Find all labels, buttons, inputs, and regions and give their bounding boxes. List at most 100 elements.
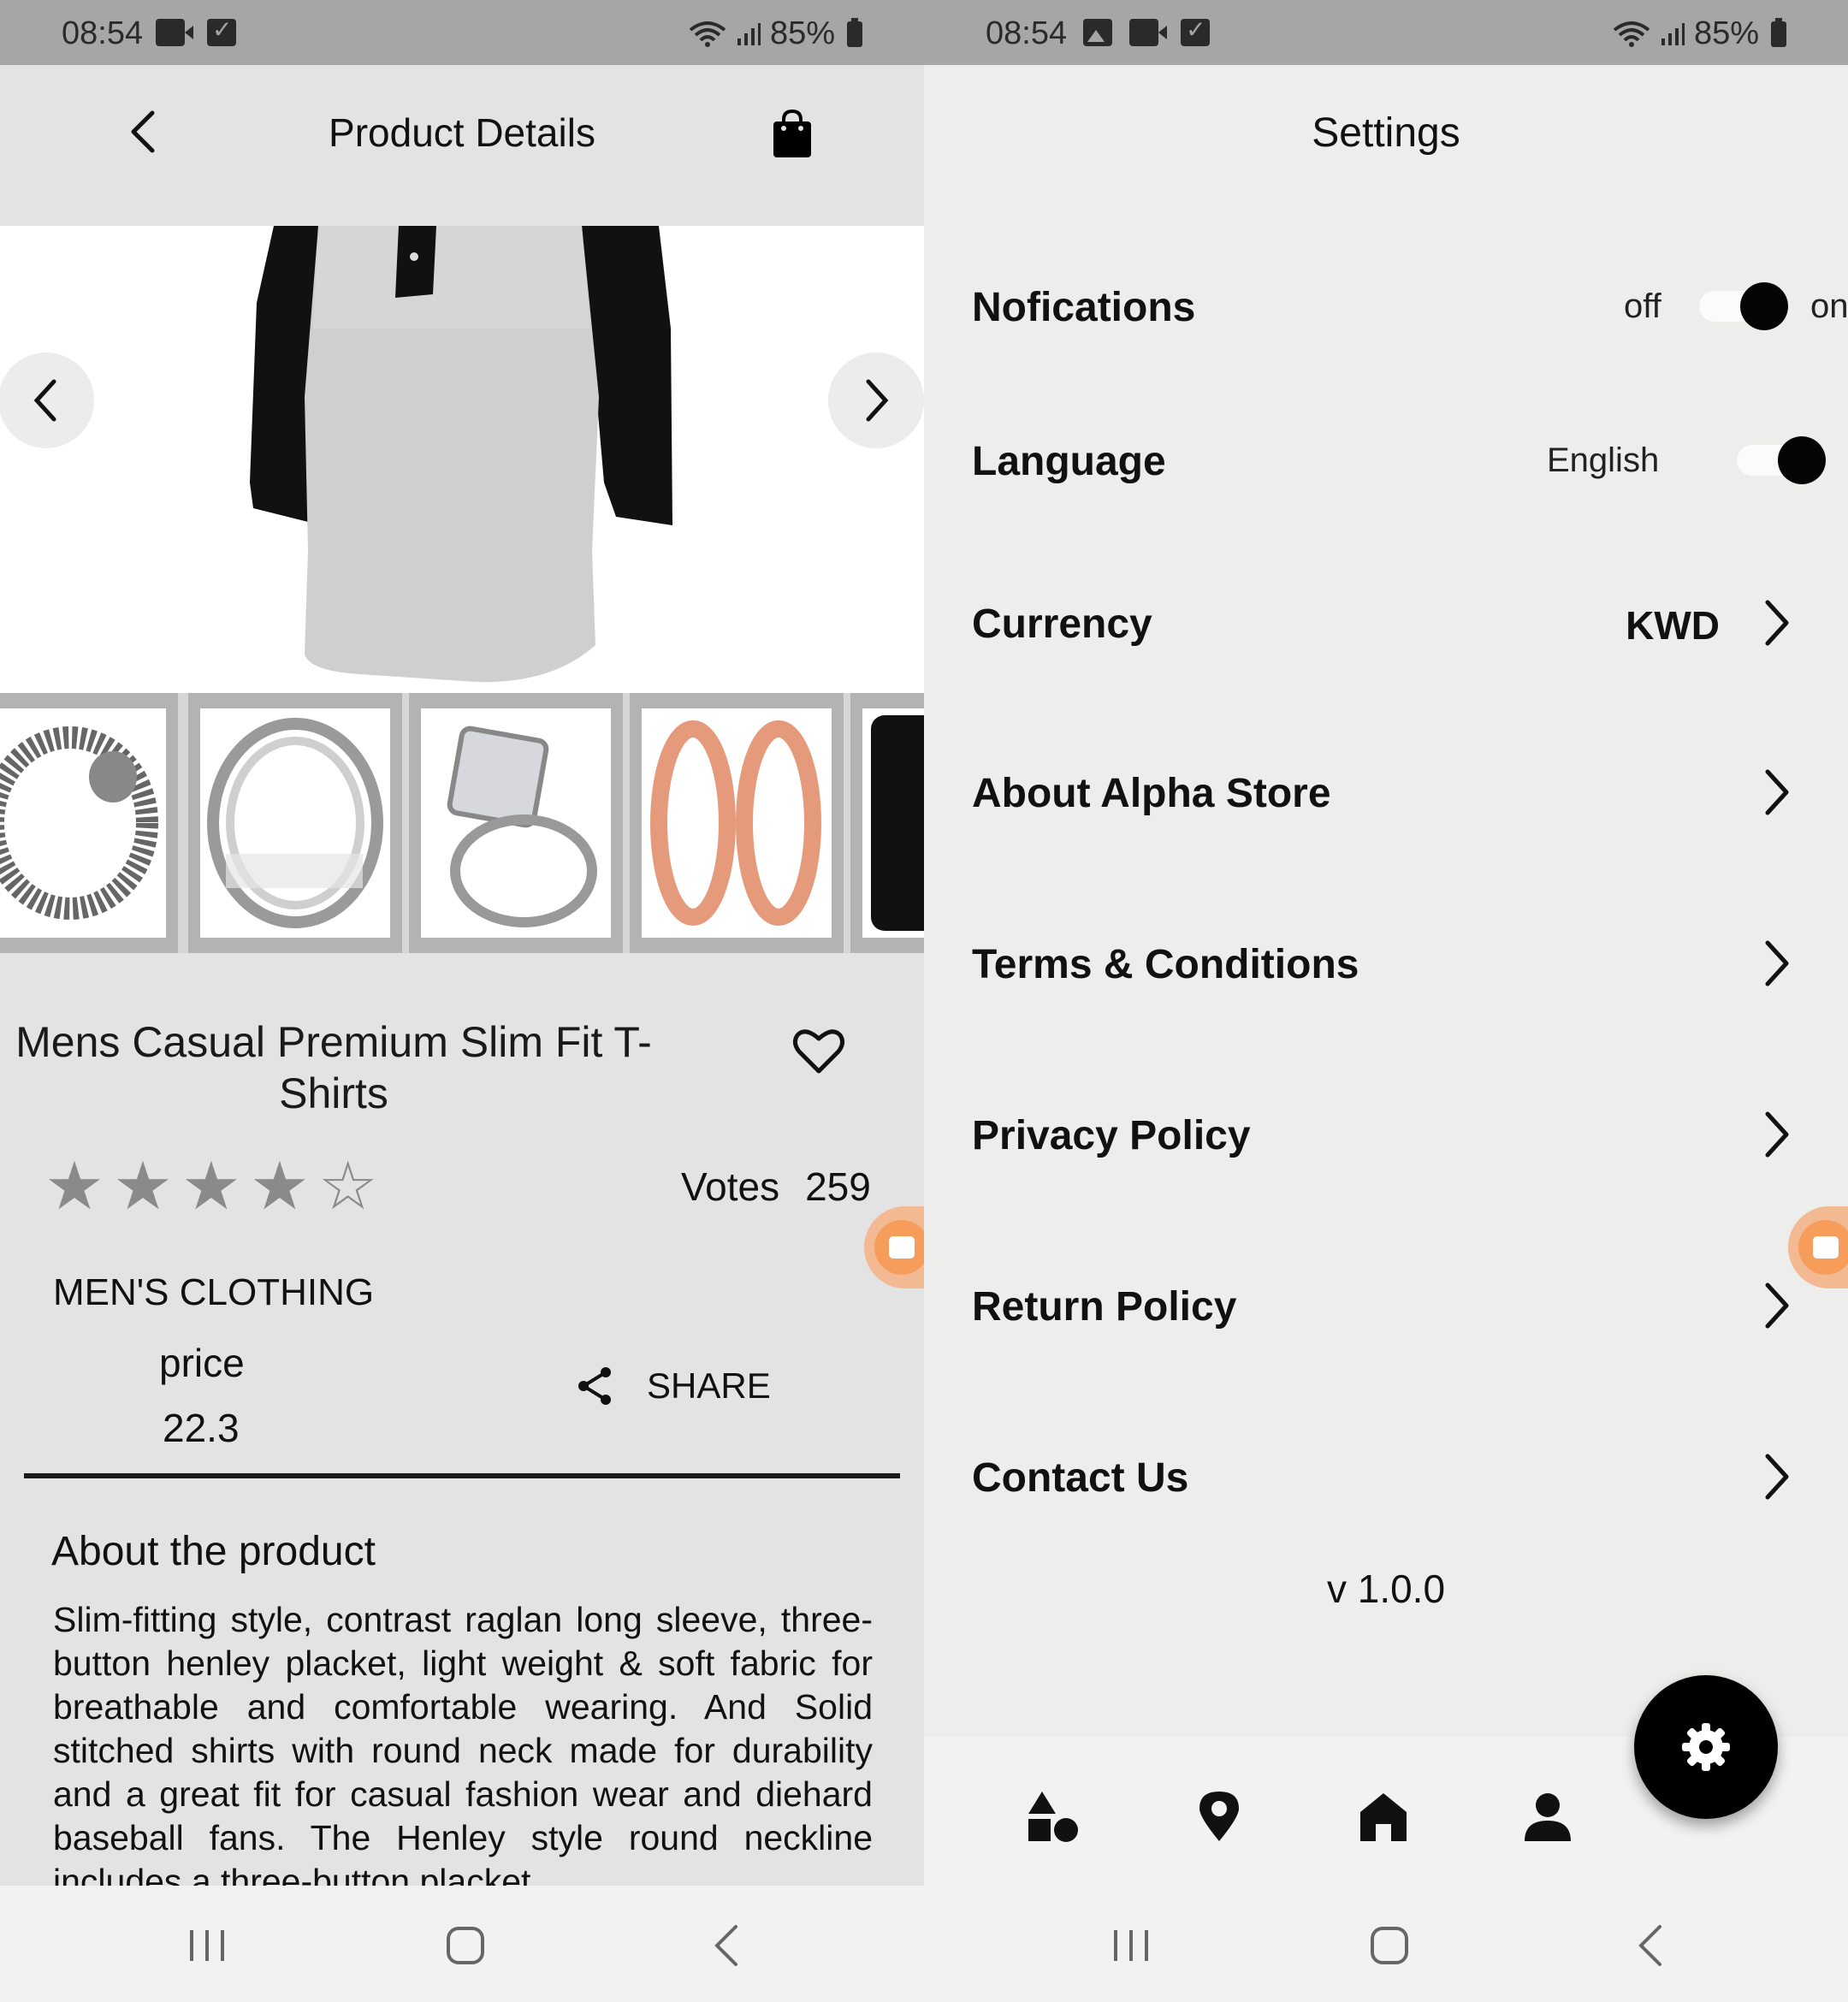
language-label: Language bbox=[972, 439, 1166, 484]
language-row: Language English bbox=[972, 426, 1826, 495]
rating-stars: ★ ★ ★ ★ ☆ bbox=[44, 1150, 378, 1222]
price-label: price bbox=[159, 1341, 245, 1385]
profile-icon bbox=[1525, 1793, 1571, 1841]
chevron-right-icon bbox=[1765, 940, 1789, 986]
home-circle-icon bbox=[447, 1927, 484, 1964]
menu-item-contact[interactable]: Contact Us bbox=[972, 1442, 1802, 1511]
recents-icon bbox=[190, 1930, 224, 1961]
recents-button[interactable] bbox=[1105, 1920, 1157, 1971]
share-button[interactable]: SHARE bbox=[575, 1365, 771, 1407]
hard-drive-image bbox=[871, 715, 924, 931]
wifi-icon bbox=[1612, 20, 1651, 49]
earrings-image bbox=[650, 720, 821, 926]
about-text: Slim-fitting style, contrast raglan long… bbox=[53, 1600, 873, 1887]
battery-percent: 85% bbox=[1693, 15, 1759, 51]
system-back-button[interactable] bbox=[702, 1920, 753, 1971]
back-icon bbox=[1638, 1925, 1661, 1966]
tab-home[interactable] bbox=[1355, 1788, 1412, 1845]
votes: Votes 259 bbox=[681, 1164, 871, 1210]
star-filled-icon: ★ bbox=[249, 1148, 310, 1223]
divider bbox=[24, 1473, 900, 1478]
status-time: 08:54 bbox=[986, 15, 1068, 51]
status-bar: 08:54 85% bbox=[0, 0, 924, 65]
chevron-right-icon bbox=[866, 379, 889, 422]
location-icon bbox=[1199, 1792, 1239, 1841]
home-button[interactable] bbox=[1364, 1920, 1415, 1971]
thumbnail-hard-drive[interactable] bbox=[850, 693, 924, 953]
home-icon bbox=[1360, 1793, 1407, 1841]
currency-value: KWD bbox=[1626, 603, 1720, 648]
notifications-on-label: on bbox=[1810, 287, 1848, 325]
tab-location[interactable] bbox=[1191, 1788, 1247, 1845]
system-nav-bar bbox=[924, 1886, 1848, 2002]
menu-item-return[interactable]: Return Policy bbox=[972, 1271, 1802, 1340]
product-details-screen: 08:54 85% Product Details bbox=[0, 0, 924, 2002]
chevron-right-icon bbox=[1765, 1111, 1789, 1158]
language-toggle[interactable] bbox=[1737, 436, 1826, 484]
status-time: 08:54 bbox=[62, 15, 144, 51]
product-category: MEN'S CLOTHING bbox=[53, 1271, 375, 1313]
about-title: About the product bbox=[51, 1529, 376, 1574]
notifications-toggle[interactable] bbox=[1699, 282, 1788, 330]
signal-icon bbox=[736, 21, 761, 47]
wifi-icon bbox=[688, 20, 727, 49]
shopping-bag-icon bbox=[773, 109, 811, 157]
price-value: 22.3 bbox=[163, 1406, 240, 1450]
menu-item-label: Terms & Conditions bbox=[972, 942, 1359, 987]
tab-settings-fab[interactable] bbox=[1634, 1675, 1778, 1819]
notifications-off-label: off bbox=[1624, 287, 1661, 325]
thumbnail-silver-ring[interactable] bbox=[188, 693, 402, 953]
system-nav-bar bbox=[0, 1886, 924, 2002]
share-label: SHARE bbox=[647, 1365, 771, 1406]
thumbnail-bracelet[interactable] bbox=[0, 693, 178, 953]
share-icon bbox=[578, 1367, 611, 1405]
star-empty-icon: ☆ bbox=[317, 1148, 378, 1223]
star-filled-icon: ★ bbox=[181, 1148, 241, 1223]
back-icon bbox=[714, 1925, 737, 1966]
currency-label: Currency bbox=[972, 601, 1152, 647]
favorite-button[interactable] bbox=[792, 1025, 845, 1078]
thumbnail-diamond-ring[interactable] bbox=[409, 693, 623, 953]
system-back-button[interactable] bbox=[1626, 1920, 1677, 1971]
battery-percent: 85% bbox=[769, 15, 835, 51]
checkbox-notification-icon bbox=[1181, 15, 1210, 46]
settings-screen: 08:54 85% Settings Nofications off on La… bbox=[924, 0, 1848, 2002]
carousel-next-button[interactable] bbox=[828, 352, 924, 448]
menu-item-privacy[interactable]: Privacy Policy bbox=[972, 1100, 1802, 1169]
chevron-right-icon bbox=[1765, 600, 1789, 646]
carousel-prev-button[interactable] bbox=[0, 352, 94, 448]
product-title: Mens Casual Premium Slim Fit T-Shirts bbox=[15, 1018, 652, 1117]
currency-row[interactable]: Currency KWD bbox=[972, 589, 1802, 657]
star-filled-icon: ★ bbox=[112, 1148, 173, 1223]
battery-icon bbox=[1771, 17, 1786, 47]
thumbnail-strip[interactable] bbox=[0, 693, 924, 953]
votes-count: 259 bbox=[805, 1164, 871, 1209]
video-record-icon bbox=[156, 19, 193, 46]
record-icon bbox=[874, 1220, 924, 1275]
signal-icon bbox=[1660, 21, 1685, 47]
menu-item-about[interactable]: About Alpha Store bbox=[972, 758, 1802, 826]
tab-categories[interactable] bbox=[1025, 1788, 1081, 1845]
menu-item-label: Privacy Policy bbox=[972, 1113, 1251, 1158]
recents-icon bbox=[1114, 1930, 1148, 1961]
bracelet-image bbox=[0, 726, 158, 920]
app-header: Product Details bbox=[0, 65, 924, 226]
thumbnail-rose-gold-earrings[interactable] bbox=[630, 693, 844, 953]
video-record-icon bbox=[1129, 19, 1167, 46]
screen-recorder-bubble[interactable] bbox=[864, 1206, 924, 1288]
menu-item-label: Contact Us bbox=[972, 1455, 1189, 1501]
home-button[interactable] bbox=[440, 1920, 491, 1971]
product-image-carousel[interactable] bbox=[0, 226, 924, 693]
cart-button[interactable] bbox=[767, 108, 818, 159]
menu-item-label: About Alpha Store bbox=[972, 771, 1331, 816]
recents-button[interactable] bbox=[181, 1920, 233, 1971]
language-value: English bbox=[1547, 441, 1660, 479]
menu-item-label: Return Policy bbox=[972, 1284, 1237, 1330]
ring-image bbox=[207, 718, 383, 928]
app-version: v 1.0.0 bbox=[1326, 1567, 1446, 1611]
menu-item-terms[interactable]: Terms & Conditions bbox=[972, 929, 1802, 998]
checkbox-notification-icon bbox=[207, 15, 236, 46]
tab-profile[interactable] bbox=[1519, 1788, 1576, 1845]
chevron-right-icon bbox=[1765, 769, 1789, 815]
votes-label: Votes bbox=[681, 1164, 780, 1209]
